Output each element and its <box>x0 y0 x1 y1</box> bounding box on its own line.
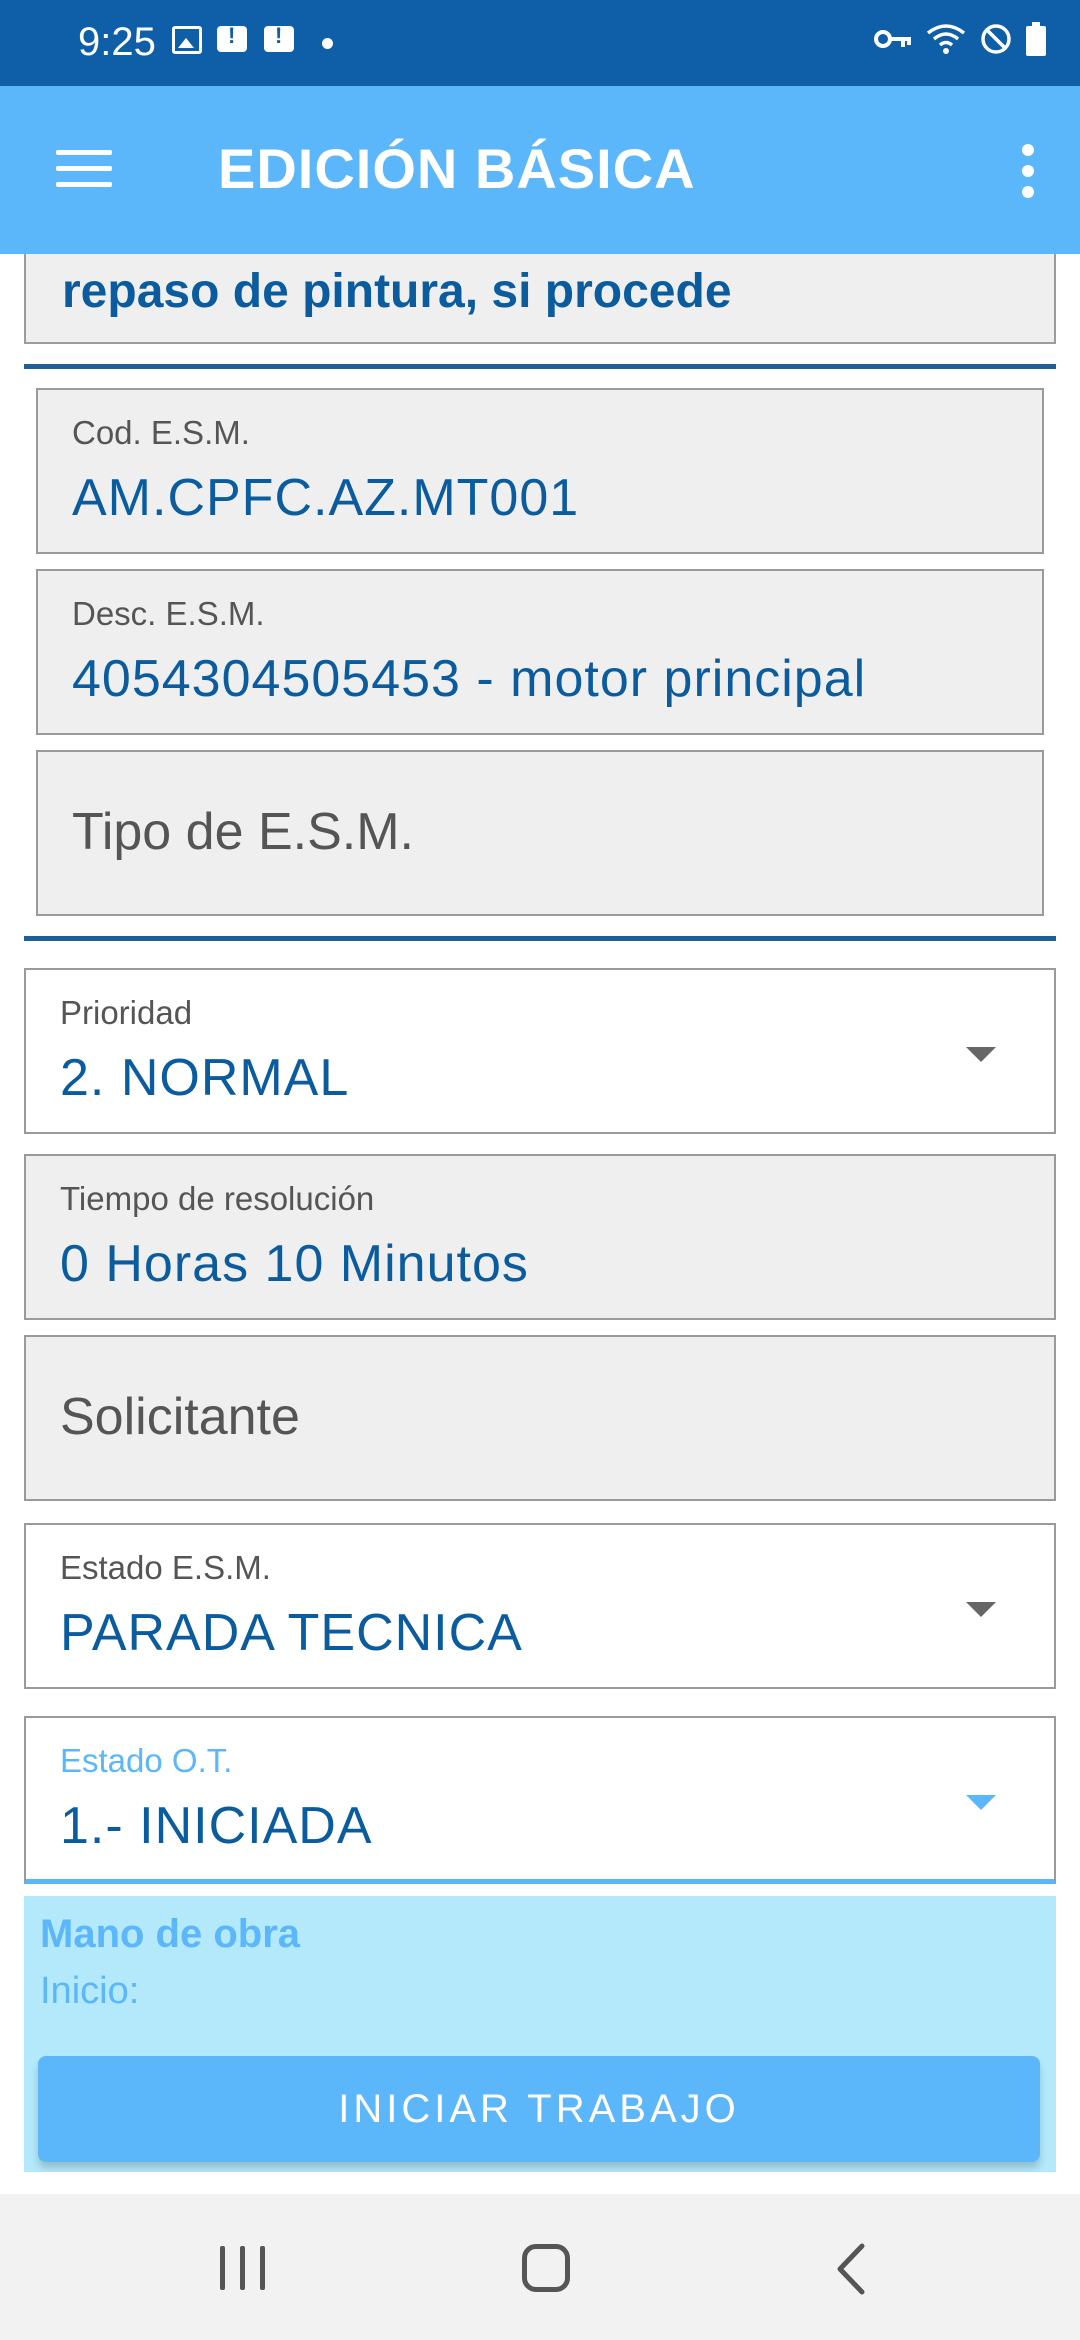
cod-esm-value: AM.CPFC.AZ.MT001 <box>72 469 580 527</box>
status-bar: 9:25 <box>0 0 1080 86</box>
labor-title: Mano de obra <box>40 1912 301 1956</box>
start-work-button[interactable]: INICIAR TRABAJO <box>38 2056 1040 2162</box>
prioridad-label: Prioridad <box>60 994 193 1031</box>
labor-section: Mano de obra Inicio: INICIAR TRABAJO <box>24 1896 1056 2172</box>
desc-esm-value: 4054304505453 - motor principal <box>72 650 867 708</box>
form-scroll-area[interactable]: repaso de pintura, si procede Cod. E.S.M… <box>0 254 1080 2194</box>
estado-esm-value: PARADA TECNICA <box>60 1604 523 1662</box>
tipo-esm-field[interactable]: Tipo de E.S.M. <box>36 750 1044 916</box>
message-alert-icon <box>264 23 294 52</box>
app-bar: EDICIÓN BÁSICA <box>0 86 1080 254</box>
system-nav-bar <box>0 2194 1080 2340</box>
estado-ot-dropdown[interactable]: Estado O.T. 1.- INICIADA <box>24 1716 1056 1884</box>
description-field[interactable]: repaso de pintura, si procede <box>24 254 1056 344</box>
estado-esm-label: Estado E.S.M. <box>60 1549 271 1586</box>
more-vert-icon[interactable] <box>998 138 1058 204</box>
desc-esm-field[interactable]: Desc. E.S.M. 4054304505453 - motor princ… <box>36 569 1044 735</box>
status-time: 9:25 <box>78 20 156 64</box>
estado-ot-value: 1.- INICIADA <box>60 1797 373 1855</box>
section-divider <box>24 936 1056 941</box>
section-divider <box>24 364 1056 369</box>
cod-esm-field[interactable]: Cod. E.S.M. AM.CPFC.AZ.MT001 <box>36 388 1044 554</box>
page-title: EDICIÓN BÁSICA <box>218 137 696 200</box>
status-icons-right <box>874 22 1046 56</box>
recents-icon[interactable] <box>218 2234 268 2304</box>
prioridad-dropdown[interactable]: Prioridad 2. NORMAL <box>24 968 1056 1134</box>
tipo-esm-placeholder: Tipo de E.S.M. <box>72 803 414 861</box>
do-not-disturb-icon <box>981 24 1011 54</box>
hamburger-menu-icon[interactable] <box>50 144 118 196</box>
back-icon[interactable] <box>826 2234 876 2304</box>
estado-esm-dropdown[interactable]: Estado E.S.M. PARADA TECNICA <box>24 1523 1056 1689</box>
vpn-key-icon <box>874 30 911 48</box>
dropdown-arrow-icon <box>966 1047 996 1062</box>
cod-esm-label: Cod. E.S.M. <box>72 414 250 451</box>
image-icon <box>172 26 202 54</box>
battery-icon <box>1026 22 1046 56</box>
desc-esm-label: Desc. E.S.M. <box>72 595 265 632</box>
tiempo-label: Tiempo de resolución <box>60 1180 375 1217</box>
description-value: repaso de pintura, si procede <box>62 265 732 318</box>
labor-inicio-label: Inicio: <box>40 1970 140 2012</box>
dropdown-arrow-icon <box>966 1602 996 1617</box>
prioridad-value: 2. NORMAL <box>60 1049 350 1107</box>
estado-ot-label: Estado O.T. <box>60 1742 233 1779</box>
solicitante-field[interactable]: Solicitante <box>24 1335 1056 1501</box>
dropdown-arrow-icon <box>966 1795 996 1810</box>
wifi-icon <box>926 24 966 54</box>
tiempo-resolucion-field[interactable]: Tiempo de resolución 0 Horas 10 Minutos <box>24 1154 1056 1320</box>
home-icon[interactable] <box>518 2234 574 2304</box>
dot-icon <box>322 38 333 49</box>
solicitante-placeholder: Solicitante <box>60 1388 300 1446</box>
tiempo-value: 0 Horas 10 Minutos <box>60 1235 529 1293</box>
message-alert-icon <box>217 23 247 52</box>
